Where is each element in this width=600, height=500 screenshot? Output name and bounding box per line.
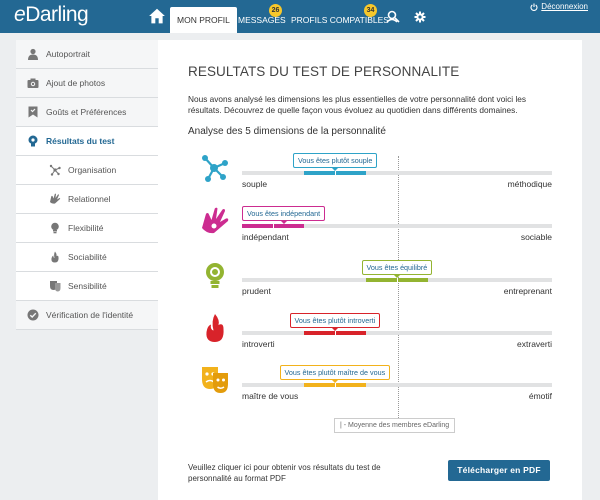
dimension-sensibilite: Vous êtes plutôt maître de vous maître d…	[158, 365, 582, 415]
dimension-left-label: introverti	[242, 339, 275, 349]
mask-icon	[202, 367, 228, 393]
dimension-tooltip: Vous êtes plutôt introverti	[289, 313, 381, 331]
dimension-tooltip: Vous êtes plutôt maître de vous	[279, 365, 391, 383]
mask-icon	[50, 281, 61, 292]
messages-count-badge: 26	[269, 4, 282, 17]
edarling-logo[interactable]: eDarling	[14, 3, 89, 27]
sidebar-item-sociabilite[interactable]: Sociabilité	[16, 243, 158, 272]
download-pdf-button[interactable]: Télécharger en PDF	[448, 460, 550, 481]
dimension-track	[242, 330, 552, 336]
dimension-tooltip: Vous êtes équilibré	[361, 260, 433, 278]
shield-check-icon	[27, 309, 39, 321]
sidebar-item-verification[interactable]: Vérification de l'identité	[16, 301, 158, 330]
dimension-right-label: sociable	[520, 232, 552, 242]
bookmark-icon	[28, 106, 38, 118]
camera-icon	[27, 78, 39, 88]
main-panel: RESULTATS DU TEST DE PERSONNALITE Nous a…	[158, 40, 582, 500]
dimension-track	[242, 382, 552, 388]
dimension-flexibilite: Vous êtes équilibré prudent entreprenant	[158, 260, 582, 310]
dimension-relationnel: Vous êtes indépendant indépendant sociab…	[158, 206, 582, 256]
dimension-fill	[304, 382, 366, 388]
page-title: RESULTATS DU TEST DE PERSONNALITE	[188, 64, 460, 79]
dimension-track	[242, 170, 552, 176]
organisation-icon	[202, 155, 228, 182]
profils-count-badge: 34	[364, 4, 377, 17]
logout-link[interactable]: Déconnexion	[530, 2, 588, 11]
dimension-right-label: méthodique	[507, 179, 552, 189]
dimension-right-label: émotif	[528, 391, 552, 401]
top-navigation-bar: eDarling MON PROFIL MESSAGES 26 PROFILS …	[0, 0, 600, 33]
dimension-track	[242, 277, 552, 283]
sidebar-item-relationnel[interactable]: Relationnel	[16, 185, 158, 214]
sidebar-item-autoportrait[interactable]: Autoportrait	[16, 40, 158, 69]
person-icon	[28, 48, 38, 60]
dimension-track	[242, 223, 552, 229]
home-icon[interactable]	[148, 7, 166, 25]
dimension-tooltip: Vous êtes plutôt souple	[293, 153, 378, 171]
dimension-left-label: prudent	[242, 286, 271, 296]
sidebar-item-organisation[interactable]: Organisation	[16, 156, 158, 185]
search-people-icon[interactable]	[386, 10, 400, 23]
power-icon	[530, 3, 538, 11]
dimension-right-label: extraverti	[517, 339, 552, 349]
dimension-fill-divider	[273, 223, 274, 229]
tab-mon-profil[interactable]: MON PROFIL	[170, 7, 237, 33]
dimension-tooltip: Vous êtes indépendant	[242, 206, 326, 224]
sidebar-item-sensibilite[interactable]: Sensibilité	[16, 272, 158, 301]
flame-icon	[51, 251, 59, 263]
dimension-sociabilite: Vous êtes plutôt introverti introverti e…	[158, 313, 582, 363]
dimension-organisation: Vous êtes plutôt souple souple méthodiqu…	[158, 153, 582, 203]
bulb-icon	[51, 222, 59, 234]
dimension-left-label: maître de vous	[242, 391, 299, 401]
intro-paragraph: Nous avons analysé les dimensions les pl…	[188, 94, 527, 115]
sidebar-item-resultats[interactable]: Résultats du test	[16, 127, 158, 156]
brain-icon	[28, 135, 38, 147]
sidebar-item-photos[interactable]: Ajout de photos	[16, 69, 158, 98]
sidebar-item-flexibilite[interactable]: Flexibilité	[16, 214, 158, 243]
hand-icon	[202, 207, 229, 234]
dimension-fill	[304, 170, 366, 176]
flame-icon	[206, 314, 224, 342]
average-legend: | - Moyenne des membres eDarling	[334, 418, 456, 433]
gear-icon[interactable]	[414, 11, 426, 23]
hand-icon	[50, 193, 61, 204]
pdf-instructions: Veuillez cliquer ici pour obtenir vos ré…	[188, 463, 381, 483]
section-title: Analyse des 5 dimensions de la personnal…	[188, 126, 386, 137]
sidebar: Autoportrait Ajout de photos Goûts et Pr…	[16, 40, 158, 330]
dimension-fill	[366, 277, 428, 283]
dimension-fill	[304, 330, 366, 336]
bulb-icon	[206, 263, 224, 288]
dimension-right-label: entreprenant	[503, 286, 552, 296]
sidebar-item-gouts[interactable]: Goûts et Préférences	[16, 98, 158, 127]
dimension-left-label: indépendant	[242, 232, 289, 242]
dimension-left-label: souple	[242, 179, 268, 189]
dimension-fill	[242, 223, 304, 229]
organisation-icon	[49, 164, 61, 176]
